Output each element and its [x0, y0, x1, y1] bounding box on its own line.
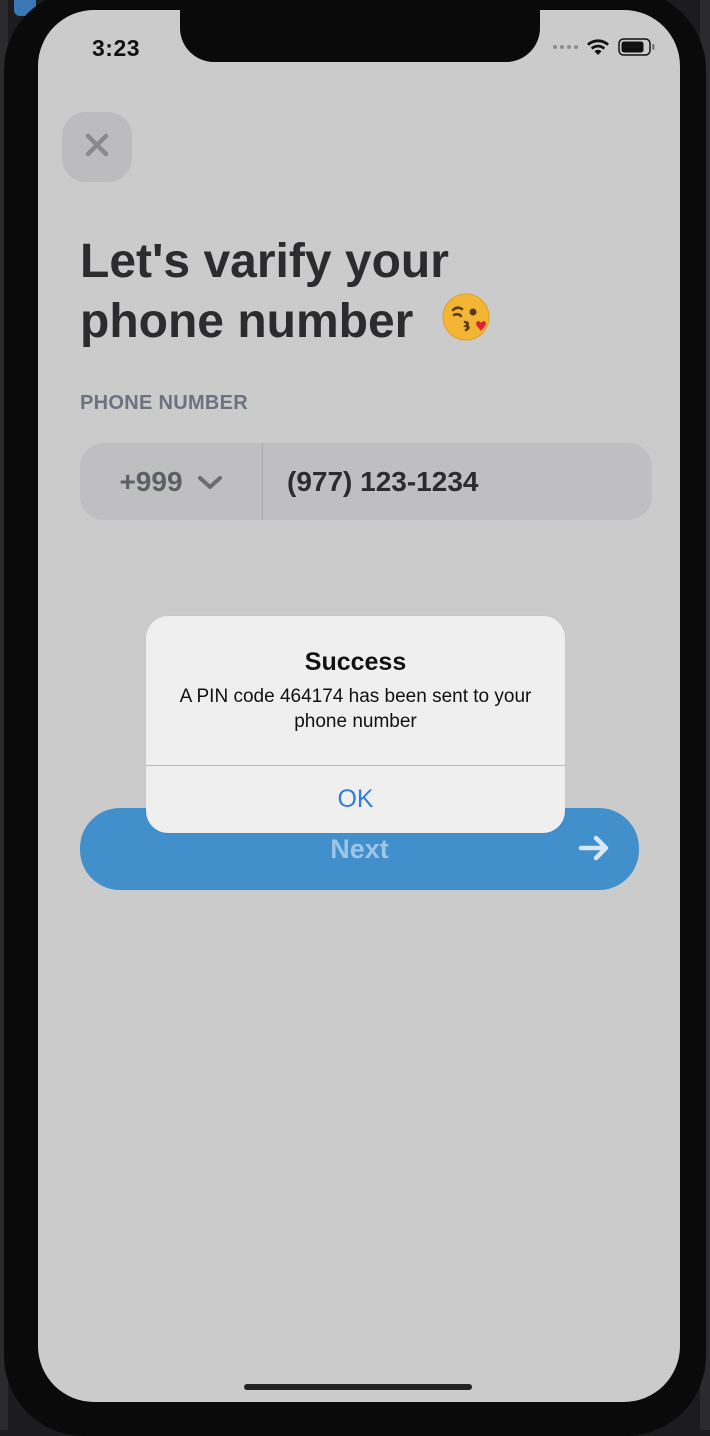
alert-ok-button[interactable]: OK: [146, 766, 565, 833]
signal-dots-icon: [553, 45, 578, 49]
kissing-face-emoji-icon: [441, 292, 491, 357]
title-line-2: phone number: [80, 295, 414, 349]
alert-message: A PIN code 464174 has been sent to your …: [179, 686, 532, 732]
page-title: Let's varify your phone number: [80, 232, 640, 357]
alert-title: Success: [304, 648, 407, 676]
chevron-down-icon: [197, 466, 223, 498]
battery-icon: [618, 38, 656, 56]
phone-number-input[interactable]: (977) 123-1234: [263, 466, 478, 498]
wifi-icon: [586, 38, 610, 56]
country-code-select[interactable]: +999: [80, 443, 263, 520]
status-icons: [553, 38, 656, 56]
device-notch: [180, 10, 540, 62]
phone-number-field: +999 (977) 123-1234: [80, 443, 652, 520]
home-indicator: [244, 1384, 472, 1390]
title-line-1: Let's varify your: [80, 235, 449, 288]
success-alert: Success A PIN code 464174 has been sent …: [146, 616, 565, 833]
close-icon: [84, 132, 110, 163]
phone-number-label: PHONE NUMBER: [80, 392, 249, 414]
country-code-value: +999: [119, 465, 183, 497]
close-button[interactable]: [62, 112, 132, 182]
status-time: 3:23: [92, 35, 141, 61]
arrow-right-icon: [577, 831, 611, 870]
next-button-label: Next: [330, 833, 389, 864]
